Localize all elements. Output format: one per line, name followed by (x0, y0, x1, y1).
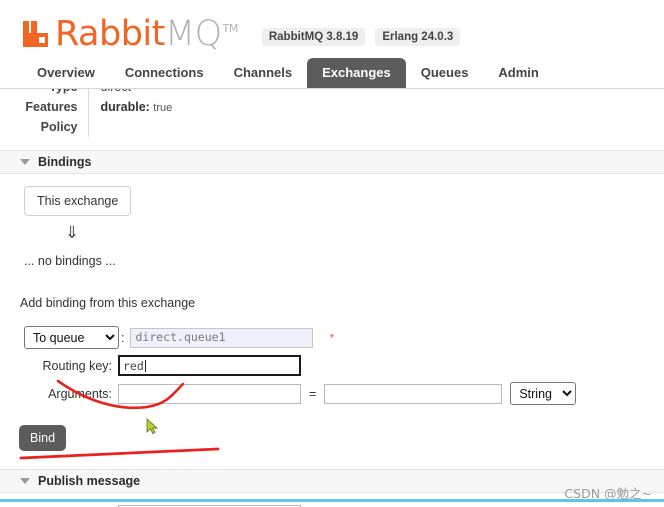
main-navigation: Overview Connections Channels Exchanges … (0, 58, 664, 88)
destination-colon: : (121, 330, 125, 345)
bindings-section-title: Bindings (38, 155, 92, 169)
exchange-details: Type direct Features durable: true Polic… (0, 88, 664, 150)
logo-wordmark: RabbitMQTM (55, 13, 239, 54)
text-caret (144, 359, 146, 372)
no-bindings-text: ... no bindings ... (24, 254, 116, 268)
routing-key-label: Routing key: (42, 358, 112, 373)
required-asterisk: * (329, 330, 335, 345)
detail-value-policy (88, 117, 182, 137)
detail-row-type: Type direct (0, 89, 182, 97)
blue-highlight-line (0, 499, 664, 502)
feature-key: durable: (100, 100, 150, 114)
badge-erlang-version: Erlang 24.0.3 (375, 28, 461, 46)
badge-rabbitmq-version: RabbitMQ 3.8.19 (261, 28, 366, 46)
detail-label-policy: Policy (0, 117, 89, 137)
argument-key-input[interactable] (118, 383, 301, 404)
logo-trademark: TM (222, 21, 239, 35)
tab-exchanges[interactable]: Exchanges (307, 58, 406, 88)
tab-connections[interactable]: Connections (110, 58, 219, 88)
detail-row-features: Features durable: true (0, 97, 182, 117)
rabbitmq-logo: RabbitMQTM (22, 13, 239, 54)
feature-value: true (153, 102, 173, 114)
form-row-destination: To queue : direct.queue1 * (24, 326, 664, 349)
chevron-down-icon-publish[interactable] (20, 478, 30, 484)
detail-row-policy: Policy (0, 117, 182, 137)
tab-queues[interactable]: Queues (406, 58, 484, 88)
detail-value-type: direct (88, 89, 182, 97)
tab-channels[interactable]: Channels (219, 58, 308, 88)
routing-key-input[interactable]: red (118, 355, 301, 376)
routing-key-value: red (123, 358, 144, 373)
rabbitmq-management-page: RabbitMQTM RabbitMQ 3.8.19 Erlang 24.0.3… (0, 0, 664, 507)
chevron-down-icon[interactable] (20, 159, 30, 165)
logo-text-rabbit: Rabbit (55, 13, 165, 54)
arguments-equals: = (309, 386, 317, 401)
bindings-body: This exchange ⇓ ... no bindings ... (0, 174, 664, 268)
destination-name-input[interactable]: direct.queue1 (130, 327, 314, 348)
this-exchange-box[interactable]: This exchange (24, 186, 132, 216)
exchange-details-table: Type direct Features durable: true Polic… (0, 89, 182, 137)
version-badges: RabbitMQ 3.8.19 Erlang 24.0.3 (261, 22, 461, 46)
tab-overview[interactable]: Overview (22, 58, 110, 88)
publish-section-title: Publish message (38, 474, 141, 488)
add-binding-title: Add binding from this exchange (20, 296, 196, 310)
bindings-section-header[interactable]: Bindings (0, 150, 664, 174)
logo-text-mq: MQ (164, 13, 222, 54)
rabbitmq-logo-icon (23, 21, 48, 47)
form-row-arguments: Arguments: = String (24, 382, 664, 405)
arguments-label: Arguments: (48, 386, 112, 401)
argument-value-input[interactable] (324, 383, 503, 404)
bind-button[interactable]: Bind (19, 425, 67, 451)
destination-type-select[interactable]: To queue (24, 326, 119, 349)
detail-value-features: durable: true (88, 97, 182, 117)
argument-type-select[interactable]: String (510, 382, 577, 405)
mouse-cursor-icon (146, 418, 159, 435)
tab-admin[interactable]: Admin (483, 58, 553, 88)
form-row-routing-key: Routing key: red (24, 355, 664, 376)
detail-label-features: Features (0, 97, 89, 117)
page-header: RabbitMQTM RabbitMQ 3.8.19 Erlang 24.0.3 (0, 0, 664, 58)
binding-arrow-icon: ⇓ (64, 223, 80, 242)
detail-label-type: Type (0, 89, 89, 97)
add-binding-form: To queue : direct.queue1 * Routing key: … (24, 326, 664, 405)
